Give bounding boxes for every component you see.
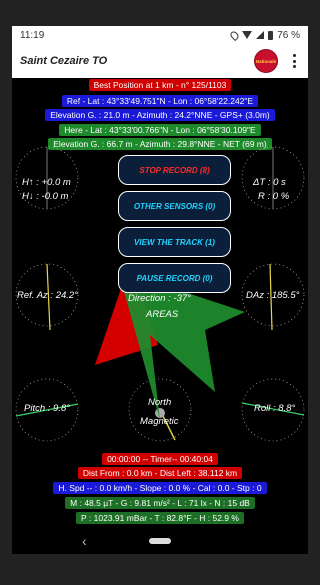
view-track-button[interactable]: VIEW THE TRACK (1) (118, 227, 231, 257)
roll-label: Roll : 8.8° (254, 403, 296, 414)
system-nav-bar: ‹ (12, 528, 308, 554)
pitch-label: Pitch : 9.8° (24, 403, 71, 414)
pause-record-button[interactable]: PAUSE RECORD (0) (118, 263, 231, 293)
magnetic-label: Magnetic (140, 416, 179, 427)
h-down-label: H↓ : -0.0 m (22, 191, 69, 202)
back-icon[interactable]: ‹ (82, 533, 87, 549)
delta-t-label: ΔT : 0 s (253, 177, 286, 188)
r-label: R : 0 % (258, 191, 290, 202)
home-pill-icon[interactable] (149, 538, 171, 544)
daz-label: DAz : 185.5° (246, 290, 300, 301)
stop-record-button[interactable]: STOP RECORD (8) (118, 155, 231, 185)
areas-label: AREAS (146, 309, 179, 320)
ref-az-label: Ref. Az : 24.2° (17, 290, 79, 301)
h-up-label: H↑ : +0.0 m (22, 177, 71, 188)
compass-dial (128, 378, 192, 442)
north-label: North (148, 397, 172, 408)
other-sensors-button[interactable]: OTHER SENSORS (0) (118, 191, 231, 221)
direction-label: Direction : -37° (128, 293, 191, 304)
